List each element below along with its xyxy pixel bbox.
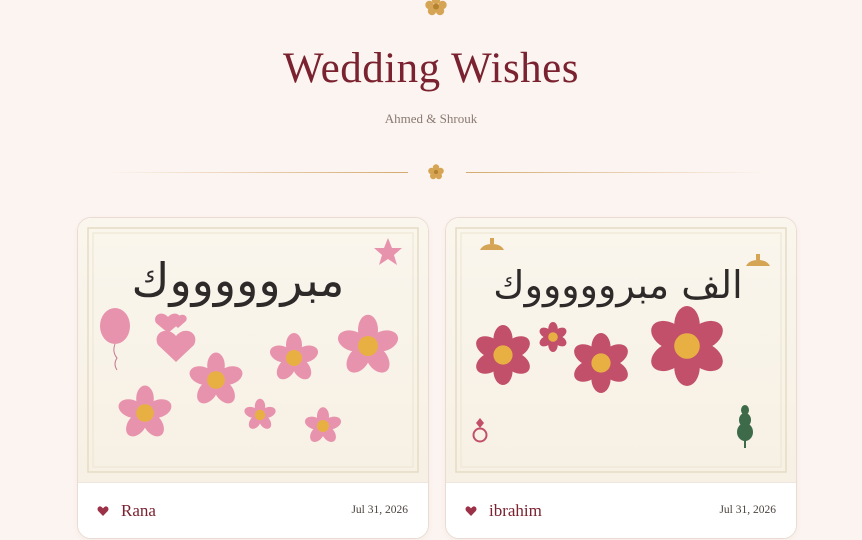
handwritten-wish: مبروووووك	[132, 253, 345, 308]
star-icon	[374, 238, 402, 265]
wish-card-footer: ibrahim Jul 31, 2026	[446, 482, 796, 538]
heart-icon	[465, 506, 477, 516]
ring-icon	[472, 418, 488, 443]
branch-icon	[737, 405, 753, 448]
heart-icon	[97, 506, 109, 516]
wish-date: Jul 31, 2026	[351, 504, 408, 516]
wish-card[interactable]: مبروووووك Rana Jul 31, 2026	[77, 217, 429, 539]
divider-right	[466, 172, 766, 173]
divider-left	[108, 172, 408, 173]
couple-names: Ahmed & Shrouk	[384, 111, 478, 126]
wish-card[interactable]: الف مبروووووك ibrahim Jul 31, 2026	[445, 217, 797, 539]
wish-card-artwork: مبروووووك	[78, 218, 428, 482]
handwritten-wish: الف مبروووووك	[493, 263, 742, 308]
balloon-icon	[100, 308, 130, 371]
flower-icon	[472, 306, 729, 393]
lantern-icon	[480, 238, 504, 250]
sender-name: ibrahim	[489, 501, 542, 520]
page-title: Wedding Wishes	[282, 45, 579, 92]
wish-card-footer: Rana Jul 31, 2026	[78, 482, 428, 538]
sender-name: Rana	[121, 501, 156, 520]
wish-date: Jul 31, 2026	[719, 504, 776, 516]
wish-card-artwork: الف مبروووووك	[446, 218, 796, 482]
top-flower-ornament-icon	[425, 0, 447, 16]
lantern-icon	[746, 254, 770, 266]
hearts-icon	[155, 313, 196, 362]
divider-flower-icon	[428, 164, 444, 180]
